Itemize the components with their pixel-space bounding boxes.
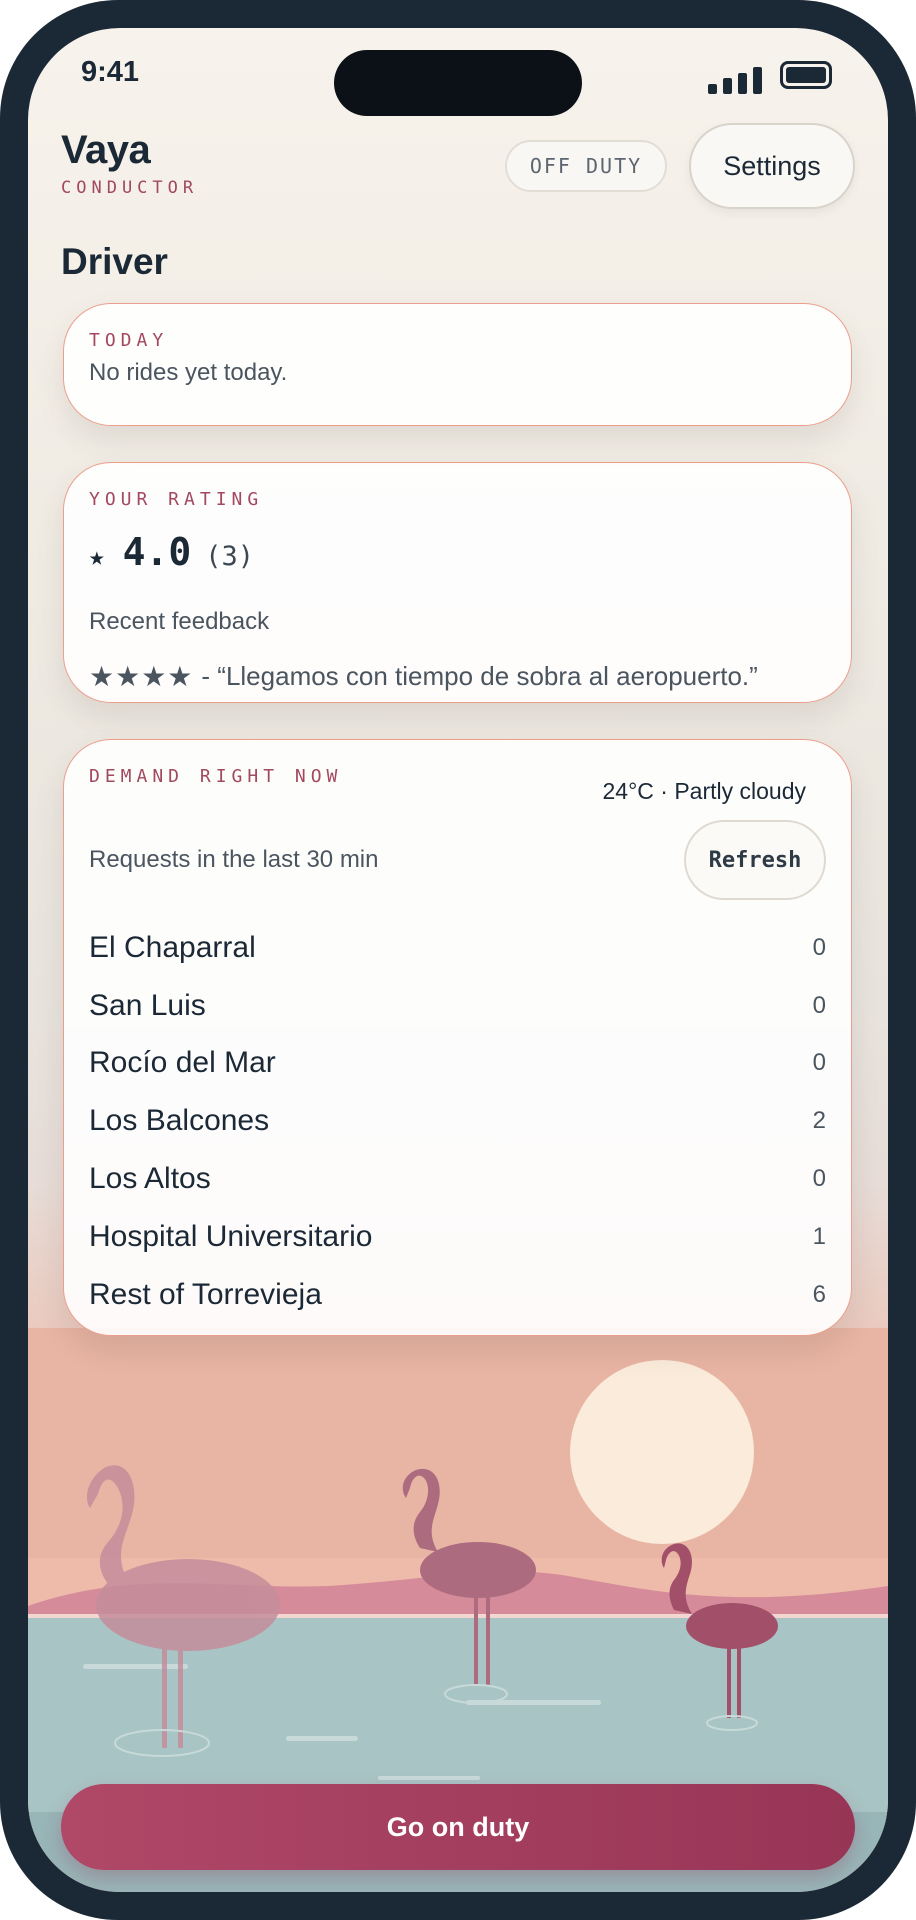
- phone-frame: 9:41 Vaya CONDUCTOR OFF DUTY Settings Dr…: [0, 0, 916, 1920]
- feedback-stars: ★★★★: [89, 661, 194, 692]
- feedback-text: - “Llegamos con tiempo de sobra al aerop…: [201, 661, 758, 691]
- zone-count: 0: [812, 991, 826, 1019]
- today-text: No rides yet today.: [89, 359, 288, 386]
- star-icon: ★: [89, 542, 105, 572]
- status-badge: OFF DUTY: [505, 140, 667, 192]
- sun: [570, 1360, 754, 1544]
- zone-name: Rest of Torrevieja: [89, 1277, 322, 1311]
- zone-row: San Luis 0: [89, 977, 826, 1035]
- dynamic-island: [334, 50, 582, 116]
- home-indicator: [378, 1776, 480, 1780]
- zone-name: Los Balcones: [89, 1104, 270, 1138]
- brand: Vaya CONDUCTOR: [61, 130, 198, 198]
- app-subtitle: CONDUCTOR: [61, 178, 199, 198]
- zone-name: Hospital Universitario: [89, 1219, 373, 1253]
- zone-row: Los Altos 0: [89, 1150, 826, 1208]
- refresh-button[interactable]: Refresh: [684, 820, 826, 900]
- rating-count: (3): [205, 541, 255, 572]
- zone-count: 2: [812, 1107, 826, 1135]
- battery-icon: [780, 61, 832, 89]
- feedback-label: Recent feedback: [89, 608, 270, 635]
- zone-name: Rocío del Mar: [89, 1046, 276, 1080]
- zone-count: 1: [812, 1222, 826, 1250]
- zone-count: 0: [812, 1165, 826, 1193]
- go-on-duty-button[interactable]: Go on duty: [61, 1784, 855, 1870]
- zone-name: El Chaparral: [89, 930, 256, 964]
- requests-row: Requests in the last 30 min Refresh: [89, 820, 826, 900]
- rating-label: YOUR RATING: [89, 489, 264, 510]
- zone-row: Rocío del Mar 0: [89, 1035, 826, 1093]
- zone-row: Hospital Universitario 1: [89, 1208, 826, 1266]
- today-card: TODAY No rides yet today.: [63, 303, 852, 426]
- zone-row: El Chaparral 0: [89, 919, 826, 977]
- status-time: 9:41: [81, 56, 140, 88]
- zone-count: 0: [812, 1049, 826, 1077]
- app-screen: 9:41 Vaya CONDUCTOR OFF DUTY Settings Dr…: [28, 28, 888, 1892]
- rating-value: 4.0: [122, 530, 192, 574]
- feedback-item: ★★★★ - “Llegamos con tiempo de sobra al …: [89, 660, 851, 693]
- zone-row: Rest of Torrevieja 6: [89, 1266, 826, 1324]
- requests-label: Requests in the last 30 min: [89, 846, 379, 873]
- rating-card: YOUR RATING ★ 4.0 (3) Recent feedback ★★…: [63, 462, 852, 703]
- zone-name: San Luis: [89, 988, 206, 1022]
- demand-card: DEMAND RIGHT NOW 24°C · Partly cloudy Re…: [63, 739, 852, 1336]
- page-title: Driver: [61, 241, 168, 282]
- today-label: TODAY: [89, 330, 169, 351]
- zone-name: Los Altos: [89, 1162, 211, 1196]
- signal-icon: [708, 66, 766, 94]
- zone-count: 0: [812, 933, 826, 961]
- settings-button[interactable]: Settings: [689, 123, 855, 209]
- zone-count: 6: [812, 1280, 826, 1308]
- zone-row: Los Balcones 2: [89, 1092, 826, 1150]
- app-name: Vaya: [61, 128, 151, 172]
- zone-list: El Chaparral 0 San Luis 0 Rocío del Mar 0 L…: [89, 919, 826, 1324]
- weather-info: 24°C · Partly cloudy: [602, 778, 807, 804]
- rating-summary: ★ 4.0 (3): [89, 530, 851, 574]
